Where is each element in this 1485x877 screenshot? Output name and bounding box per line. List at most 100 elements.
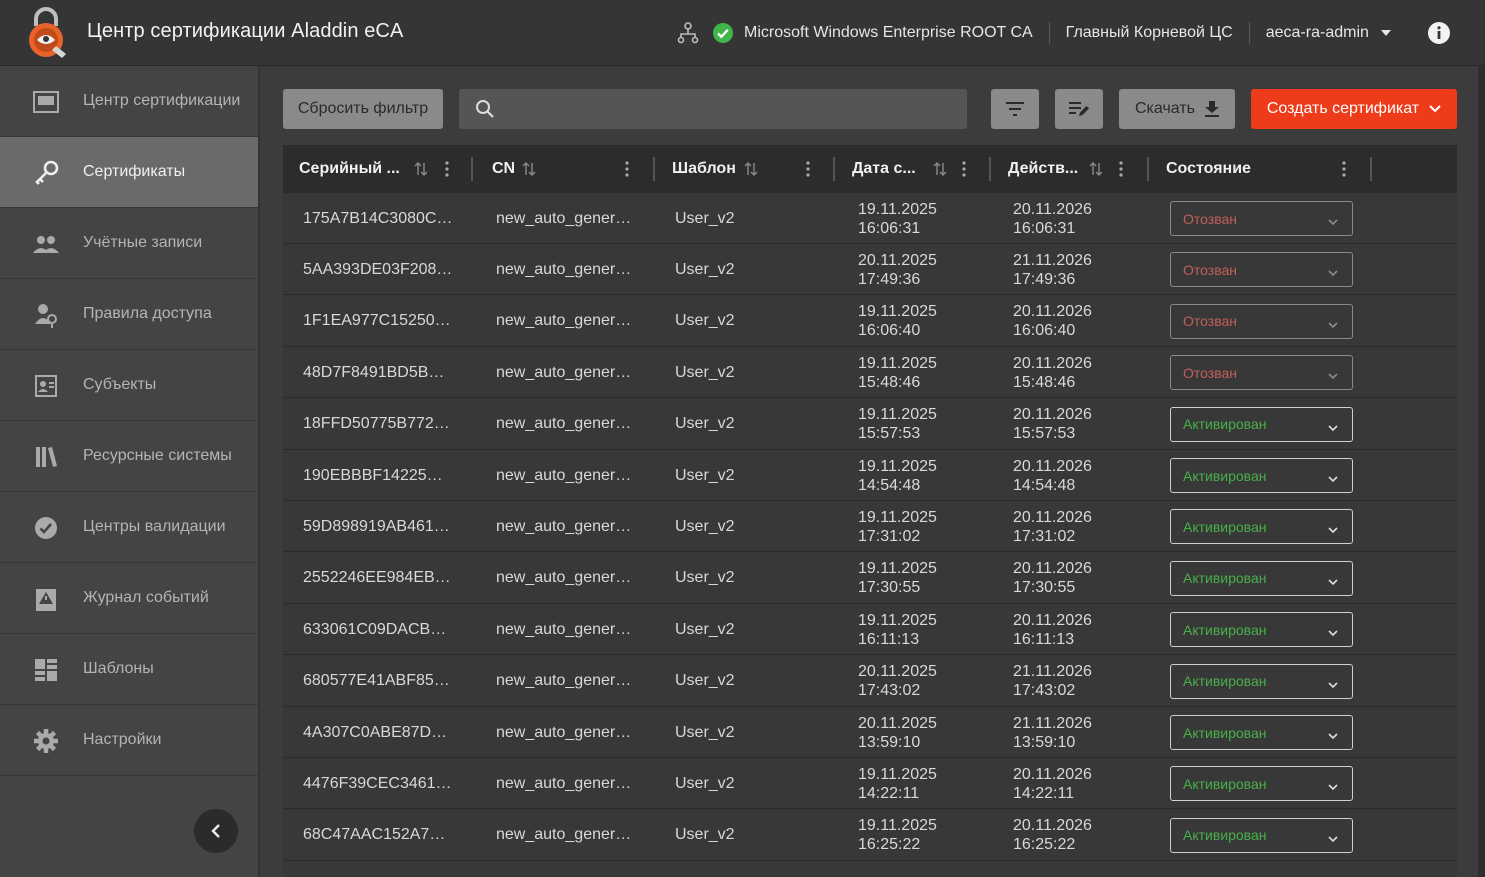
sidebar-item-label: Журнал событий: [83, 589, 209, 606]
sidebar-item[interactable]: Ресурсные системы: [0, 421, 258, 492]
sort-icon[interactable]: [414, 161, 428, 182]
sort-icon[interactable]: [1089, 161, 1103, 182]
column-menu-icon[interactable]: [1342, 161, 1346, 182]
sidebar-item[interactable]: Сертификаты: [0, 137, 258, 208]
status-select[interactable]: Активирован: [1170, 817, 1353, 853]
ca-selector[interactable]: Microsoft Windows Enterprise ROOT CA Гла…: [676, 0, 1451, 66]
column-divider[interactable]: [471, 157, 473, 181]
table-row[interactable]: 5AA393DE03F208… new_auto_gener… User_v2 20.…: [283, 244, 1457, 296]
info-icon[interactable]: [1427, 21, 1451, 45]
valid-from-date: 19.11.2025: [858, 354, 937, 372]
sidebar-item[interactable]: Журнал событий: [0, 563, 258, 634]
sidebar-item[interactable]: Правила доступа: [0, 279, 258, 350]
column-menu-icon[interactable]: [806, 161, 810, 182]
user-menu[interactable]: aeca-ra-admin: [1266, 24, 1391, 42]
table-row[interactable]: 2552246EE984EB… new_auto_gener… User_v2 19.…: [283, 553, 1457, 604]
search-box[interactable]: [459, 89, 967, 129]
valid-to-cell: 20.11.2026 16:06:31: [1013, 193, 1153, 244]
column-header[interactable]: Действ...: [1008, 145, 1078, 193]
filter-button[interactable]: [991, 89, 1039, 129]
column-divider[interactable]: [1147, 157, 1149, 181]
status-select[interactable]: Отозван: [1170, 355, 1353, 391]
app-window: Центр сертификации Aladdin eCA Microsoft…: [0, 0, 1485, 877]
table-row[interactable]: 4476F39CEC3461… new_auto_gener… User_v2 19.…: [283, 758, 1457, 810]
top-header: Центр сертификации Aladdin eCA Microsoft…: [0, 0, 1485, 66]
network-tree-icon: [676, 21, 700, 45]
valid-from-cell: 19.11.2025 15:57:53: [858, 399, 998, 450]
valid-from-date: 19.11.2025: [858, 611, 937, 629]
column-divider[interactable]: [989, 157, 991, 181]
collapse-sidebar-button[interactable]: [194, 809, 238, 853]
valid-from-time: 15:57:53: [858, 425, 921, 443]
valid-from-date: 19.11.2025: [858, 817, 937, 835]
column-divider[interactable]: [1370, 157, 1372, 181]
column-header[interactable]: Серийный ...: [299, 145, 400, 193]
column-header[interactable]: Дата с...: [852, 145, 916, 193]
column-header[interactable]: CN: [492, 145, 515, 193]
status-select[interactable]: Отозван: [1170, 252, 1353, 288]
table-row[interactable]: 190EBBBF14225… new_auto_gener… User_v2 19.1…: [283, 450, 1457, 501]
sidebar-item[interactable]: Центры валидации: [0, 492, 258, 563]
column-menu-icon[interactable]: [1119, 161, 1123, 182]
table-row[interactable]: 175A7B14C3080C… new_auto_gener… User_v2 19.…: [283, 193, 1457, 244]
column-divider[interactable]: [653, 157, 655, 181]
vertical-scrollbar[interactable]: [1478, 66, 1485, 877]
valid-to-time: 17:30:55: [1013, 579, 1076, 597]
table-row[interactable]: 633061C09DACB… new_auto_gener… User_v2 19.1…: [283, 604, 1457, 656]
column-header[interactable]: Шаблон: [672, 145, 736, 193]
sidebar: Центр сертификации Сертификаты Учётные зап…: [0, 66, 258, 877]
sort-icon[interactable]: [522, 161, 536, 182]
sidebar-item[interactable]: Учётные записи: [0, 208, 258, 279]
sidebar-item[interactable]: Субъекты: [0, 350, 258, 421]
column-menu-icon[interactable]: [445, 161, 449, 182]
valid-to-date: 20.11.2026: [1013, 303, 1092, 321]
create-certificate-button[interactable]: Создать сертификат: [1251, 89, 1457, 129]
serial-cell: 2552246EE984EB…: [303, 569, 451, 587]
sidebar-item[interactable]: Настройки: [0, 705, 258, 776]
column-header[interactable]: Состояние: [1166, 145, 1251, 193]
reset-filter-button[interactable]: Сбросить фильтр: [283, 89, 443, 129]
status-select[interactable]: Активирован: [1170, 766, 1353, 802]
status-select[interactable]: Активирован: [1170, 406, 1353, 442]
status-value: Отозван: [1183, 210, 1237, 227]
table-row[interactable]: 59D898919AB461… new_auto_gener… User_v2 19.…: [283, 501, 1457, 553]
valid-from-cell: 19.11.2025 15:48:46: [858, 347, 998, 398]
status-select[interactable]: Активирован: [1170, 663, 1353, 699]
cn-cell: new_auto_gener…: [496, 723, 632, 741]
column-divider[interactable]: [833, 157, 835, 181]
table-row[interactable]: 68C47AAC152A7… new_auto_gener… User_v2 19.1…: [283, 810, 1457, 861]
table-row[interactable]: 4A307C0ABE87D… new_auto_gener… User_v2 20.1…: [283, 707, 1457, 758]
column-menu-icon[interactable]: [962, 161, 966, 182]
valid-to-cell: 20.11.2026 14:22:11: [1013, 758, 1153, 809]
status-select[interactable]: Активирован: [1170, 715, 1353, 750]
template-cell: User_v2: [675, 774, 735, 792]
edit-columns-button[interactable]: [1055, 89, 1103, 129]
template-cell: User_v2: [675, 312, 735, 330]
sidebar-item[interactable]: Центр сертификации: [0, 66, 258, 137]
valid-from-date: 19.11.2025: [858, 303, 937, 321]
valid-from-date: 19.11.2025: [858, 508, 937, 526]
sort-icon[interactable]: [933, 161, 947, 182]
table-row[interactable]: 1F1EA977C15250… new_auto_gener… User_v2 19.…: [283, 296, 1457, 347]
search-input[interactable]: [505, 100, 965, 118]
column-menu-icon[interactable]: [625, 161, 629, 182]
sidebar-item[interactable]: Шаблоны: [0, 634, 258, 705]
status-select[interactable]: Активирован: [1170, 560, 1353, 596]
status-select[interactable]: Отозван: [1170, 201, 1353, 236]
sidebar-item-label: Сертификаты: [83, 163, 186, 180]
valid-to-cell: 20.11.2026 16:25:22: [1013, 810, 1153, 861]
table-row[interactable]: 18FFD50775B772… new_auto_gener… User_v2 19.…: [283, 399, 1457, 450]
status-select[interactable]: Активирован: [1170, 458, 1353, 493]
valid-to-date: 20.11.2026: [1013, 354, 1092, 372]
table-row[interactable]: 680577E41ABF85… new_auto_gener… User_v2 20.…: [283, 656, 1457, 707]
valid-to-date: 20.11.2026: [1013, 508, 1092, 526]
sort-icon[interactable]: [744, 161, 758, 182]
status-value: Отозван: [1183, 261, 1237, 278]
table-row[interactable]: 48D7F8491BD5B… new_auto_gener… User_v2 19.1…: [283, 347, 1457, 399]
status-select[interactable]: Активирован: [1170, 509, 1353, 545]
status-value: Активирован: [1183, 621, 1267, 638]
main-content: Сбросить фильтр Скачать Создать сертифик…: [260, 66, 1485, 877]
status-select[interactable]: Отозван: [1170, 303, 1353, 339]
status-select[interactable]: Активирован: [1170, 612, 1353, 648]
download-button[interactable]: Скачать: [1119, 89, 1235, 129]
